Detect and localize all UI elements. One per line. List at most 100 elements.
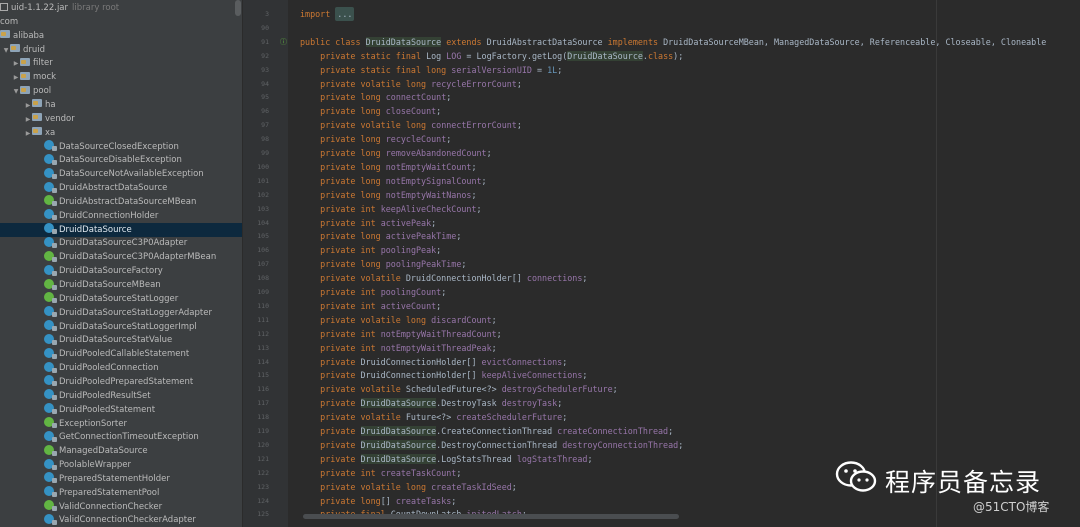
code-line[interactable]: private int createTaskCount; <box>300 466 461 480</box>
tree-item[interactable]: DataSourceNotAvailableException <box>0 167 242 181</box>
tree-item[interactable]: ▶ mock <box>0 70 242 84</box>
field-token: poolingPeak <box>380 245 437 256</box>
field-token: createTaskCount <box>380 467 457 478</box>
tree-item[interactable]: DruidDataSourceStatLoggerAdapter <box>0 306 242 320</box>
code-line[interactable]: private int notEmptyWaitThreadCount; <box>300 327 502 341</box>
code-line[interactable]: private long removeAbandonedCount; <box>300 146 491 160</box>
tree-item[interactable]: DruidAbstractDataSource <box>0 181 242 195</box>
code-line[interactable]: private long[] createTasks; <box>300 494 456 508</box>
tree-item[interactable]: DataSourceDisableException <box>0 153 242 167</box>
keyword-token: private volatile <box>320 412 406 423</box>
code-line[interactable]: private long poolingPeakTime; <box>300 257 466 271</box>
code-line[interactable]: private long recycleCount; <box>300 132 451 146</box>
code-line[interactable]: private volatile long recycleErrorCount; <box>300 77 522 91</box>
tree-item[interactable]: ManagedDataSource <box>0 444 242 458</box>
horizontal-scrollbar[interactable] <box>303 514 679 519</box>
tree-item[interactable]: ▶ xa <box>0 126 242 140</box>
tree-item[interactable]: DruidPooledStatement <box>0 403 242 417</box>
tree-item[interactable]: DruidPooledResultSet <box>0 389 242 403</box>
highlighted-usage-token: DruidDataSource <box>360 426 437 436</box>
code-line[interactable]: private DruidDataSource.DestroyTask dest… <box>300 396 562 410</box>
code-line[interactable]: private int poolingPeak; <box>300 243 441 257</box>
tree-item[interactable]: ▼ pool <box>0 84 242 98</box>
code-line[interactable]: private long notEmptySignalCount; <box>300 174 486 188</box>
code-line[interactable]: private volatile long createTaskIdSeed; <box>300 480 517 494</box>
tree-item[interactable]: PreparedStatementHolder <box>0 472 242 486</box>
code-line[interactable]: private volatile ScheduledFuture<?> dest… <box>300 382 618 396</box>
tree-item[interactable]: DruidDataSourceStatValue <box>0 333 242 347</box>
code-line[interactable]: private int activeCount; <box>300 299 441 313</box>
interface-icon <box>44 195 57 207</box>
keyword-token: private <box>320 453 361 464</box>
folder-icon <box>10 44 20 53</box>
field-token: connectErrorCount <box>431 120 517 131</box>
code-line[interactable]: private DruidConnectionHolder[] evictCon… <box>300 355 567 369</box>
code-line[interactable]: private static final Log LOG = LogFactor… <box>300 49 683 63</box>
tree-item[interactable]: DruidDataSourceStatLogger <box>0 292 242 306</box>
keyword-token: class <box>647 50 674 61</box>
line-number-gutter: 3 90 91 ⓘ 92 93 94 95 96 97 98 99 100 101 102 103 104 105… <box>243 0 288 527</box>
code-line[interactable]: private int notEmptyWaitThreadPeak; <box>300 341 497 355</box>
code-line[interactable]: private DruidConnectionHolder[] keepAliv… <box>300 368 587 382</box>
tree-item[interactable]: ValidConnectionChecker <box>0 500 242 514</box>
class-icon <box>44 403 57 415</box>
tree-item[interactable]: DruidPooledPreparedStatement <box>0 375 242 389</box>
code-line[interactable]: public class DruidDataSource extends Dru… <box>300 35 1046 49</box>
tree-item[interactable]: com <box>0 15 242 29</box>
code-editor[interactable]: 3 90 91 ⓘ 92 93 94 95 96 97 98 99 100 101 102 103 104 105… <box>243 0 1080 527</box>
implements-marker-icon[interactable]: ⓘ <box>280 35 287 49</box>
code-line[interactable]: private DruidDataSource.DestroyConnectio… <box>300 438 683 452</box>
code-line[interactable]: private int keepAliveCheckCount; <box>300 202 481 216</box>
code-line[interactable]: private static final long serialVersionU… <box>300 63 562 77</box>
code-line[interactable]: private int activePeak; <box>300 216 436 230</box>
tree-item[interactable]: DruidDataSourceMBean <box>0 278 242 292</box>
tree-item[interactable]: ▶ ha <box>0 98 242 112</box>
tree-item[interactable]: PreparedStatementPool <box>0 486 242 500</box>
tree-item[interactable]: DruidAbstractDataSourceMBean <box>0 195 242 209</box>
tree-item[interactable]: DruidDataSource <box>0 222 242 237</box>
tree-item[interactable]: ExceptionSorter <box>0 417 242 431</box>
code-line[interactable]: private volatile DruidConnectionHolder[]… <box>300 271 587 285</box>
code-line[interactable]: private long closeCount; <box>300 104 441 118</box>
keyword-token: private volatile long <box>320 314 432 325</box>
wechat-logo-icon <box>835 460 879 498</box>
code-line[interactable]: private long connectCount; <box>300 90 451 104</box>
keyword-token: private static final long <box>320 64 452 75</box>
code-line[interactable]: private volatile long connectErrorCount; <box>300 118 522 132</box>
code-line[interactable]: private long notEmptyWaitCount; <box>300 160 476 174</box>
tree-item[interactable]: ▶ filter <box>0 56 242 70</box>
tree-item[interactable]: DruidDataSourceFactory <box>0 264 242 278</box>
project-tree[interactable]: uid-1.1.22.jar library root com alibaba ▼ dru… <box>0 0 242 527</box>
tree-item[interactable]: alibaba <box>0 29 242 43</box>
folded-imports[interactable]: ... <box>335 7 355 21</box>
code-line[interactable]: private DruidDataSource.CreateConnection… <box>300 424 673 438</box>
code-line[interactable]: private long notEmptyWaitNanos; <box>300 188 476 202</box>
code-line[interactable]: import ... <box>300 7 355 21</box>
code-line[interactable]: private DruidDataSource.LogStatsThread l… <box>300 452 592 466</box>
tree-item[interactable]: DruidPooledConnection <box>0 361 242 375</box>
code-token: ScheduledFuture<?> <box>405 384 502 395</box>
code-line[interactable]: private int poolingCount; <box>300 285 446 299</box>
tree-item[interactable]: ▶ vendor <box>0 112 242 126</box>
tree-item[interactable]: DruidDataSourceStatLoggerImpl <box>0 320 242 334</box>
tree-item[interactable]: GetConnectionTimeoutException <box>0 430 242 444</box>
code-line[interactable]: private volatile Future<?> createSchedul… <box>300 410 567 424</box>
tree-item[interactable]: DruidDataSourceC3P0Adapter <box>0 236 242 250</box>
tree-item[interactable]: DruidConnectionHolder <box>0 209 242 223</box>
code-token: DruidConnectionHolder[] <box>360 370 482 381</box>
line-number: 114 <box>257 357 269 366</box>
code-line[interactable]: private volatile long discardCount; <box>300 313 497 327</box>
class-icon <box>44 347 57 359</box>
tree-item[interactable]: uid-1.1.22.jar library root <box>0 1 242 15</box>
keyword-token: private int <box>320 328 381 339</box>
tree-item[interactable]: ValidConnectionCheckerAdapter <box>0 513 242 527</box>
tree-item[interactable]: DruidDataSourceC3P0AdapterMBean <box>0 250 242 264</box>
code-line[interactable]: private long activePeakTime; <box>300 229 461 243</box>
tree-item[interactable]: DataSourceClosedException <box>0 140 242 154</box>
tree-scrollbar[interactable] <box>235 0 241 16</box>
tree-item[interactable]: DruidPooledCallableStatement <box>0 347 242 361</box>
tree-item[interactable]: PoolableWrapper <box>0 458 242 472</box>
tree-item[interactable]: ▼ druid <box>0 43 242 57</box>
